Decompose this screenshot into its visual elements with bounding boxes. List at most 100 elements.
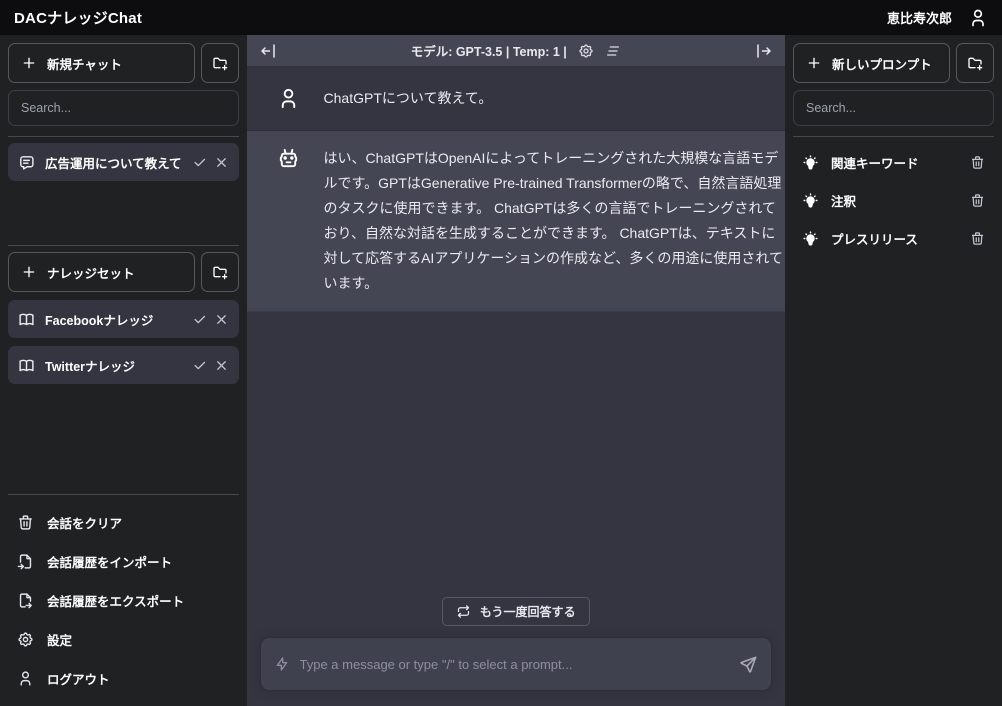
chat-list: 広告運用について教えて: [8, 143, 239, 235]
knowledge-item-twitter[interactable]: Twitterナレッジ: [8, 346, 239, 384]
trash-icon[interactable]: [970, 193, 985, 208]
new-prompt-row: 新しいプロンプト: [793, 43, 994, 83]
app-title: DACナレッジChat: [14, 7, 142, 28]
menu-item-clear-conversations[interactable]: 会話をクリア: [8, 503, 239, 542]
knowledge-item-label: Twitterナレッジ: [45, 356, 182, 375]
new-prompt-folder-button[interactable]: [956, 43, 994, 83]
arrow-bar-left-icon: [259, 42, 277, 60]
new-prompt-label: 新しいプロンプト: [832, 54, 932, 73]
menu-item-label: 会話をクリア: [47, 513, 122, 532]
gear-icon: [17, 631, 34, 648]
prompt-item-annotation[interactable]: 注釈: [793, 181, 994, 219]
menu-item-label: 設定: [47, 630, 72, 649]
user-message-row: ChatGPTについて教えて。: [247, 67, 785, 131]
user-icon: [17, 670, 34, 687]
plus-icon: [21, 264, 37, 280]
new-chat-folder-button[interactable]: [201, 43, 239, 83]
bulb-icon: [802, 192, 819, 209]
divider: [8, 245, 239, 246]
knowledge-item-label: Facebookナレッジ: [45, 310, 182, 329]
confirm-check-icon[interactable]: [192, 312, 207, 327]
chat-toolbar: モデル: GPT-3.5 | Temp: 1 |: [247, 35, 785, 67]
prompt-item-label: 注釈: [831, 191, 958, 210]
new-chat-label: 新規チャット: [47, 54, 122, 73]
user-icon[interactable]: [968, 8, 988, 28]
knowledge-section: ナレッジセット Facebookナレッジ Twitter: [8, 252, 239, 384]
cancel-x-icon[interactable]: [214, 312, 229, 327]
menu-item-export-history[interactable]: 会話履歴をエクスポート: [8, 581, 239, 620]
file-export-icon: [17, 592, 34, 609]
trash-icon: [17, 514, 34, 531]
knowledge-set-label: ナレッジセット: [47, 263, 135, 282]
message-input[interactable]: [300, 657, 729, 672]
new-chat-row: 新規チャット: [8, 43, 239, 83]
gear-icon[interactable]: [578, 43, 594, 59]
app-header: DACナレッジChat 恵比寿次郎: [0, 0, 1002, 35]
user-icon: [277, 87, 300, 110]
menu-item-logout[interactable]: ログアウト: [8, 659, 239, 698]
new-chat-button[interactable]: 新規チャット: [8, 43, 195, 83]
clear-all-icon[interactable]: [605, 43, 621, 59]
new-prompt-button[interactable]: 新しいプロンプト: [793, 43, 950, 83]
file-import-icon: [17, 553, 34, 570]
chat-item[interactable]: 広告運用について教えて: [8, 143, 239, 181]
right-sidebar: 新しいプロンプト 関連キーワード 注釈: [785, 35, 1002, 706]
user-message-text: ChatGPTについて教えて。: [324, 86, 785, 111]
model-info-text: モデル: GPT-3.5 | Temp: 1 |: [411, 41, 567, 60]
sidebar-footer-menu: 会話をクリア 会話履歴をインポート 会話履歴をエクスポート 設定 ログアウト: [8, 501, 239, 698]
menu-item-label: ログアウト: [47, 669, 110, 688]
menu-item-settings[interactable]: 設定: [8, 620, 239, 659]
left-sidebar: 新規チャット 広告運用について教えて: [0, 35, 247, 706]
app-window: DACナレッジChat 恵比寿次郎 新規チャット: [0, 0, 1002, 706]
confirm-check-icon[interactable]: [192, 358, 207, 373]
header-user-area: 恵比寿次郎: [887, 8, 988, 28]
chat-area: モデル: GPT-3.5 | Temp: 1 | ChatGPTについて教えて。…: [247, 35, 785, 706]
bolt-icon: [274, 656, 290, 672]
folder-plus-icon: [212, 263, 228, 281]
repeat-icon: [456, 604, 471, 619]
prompt-item-label: 関連キーワード: [831, 153, 958, 172]
prompt-list: 関連キーワード 注釈 プレスリリース: [793, 143, 994, 257]
confirm-check-icon[interactable]: [192, 155, 207, 170]
collapse-left-sidebar-button[interactable]: [255, 39, 281, 63]
prompt-item-related-keywords[interactable]: 関連キーワード: [793, 143, 994, 181]
knowledge-folder-button[interactable]: [201, 252, 239, 292]
chat-search-input[interactable]: [8, 90, 239, 126]
knowledge-set-button[interactable]: ナレッジセット: [8, 252, 195, 292]
menu-item-label: 会話履歴をインポート: [47, 552, 172, 571]
send-icon[interactable]: [739, 655, 758, 674]
cancel-x-icon[interactable]: [214, 155, 229, 170]
app-body: 新規チャット 広告運用について教えて: [0, 35, 1002, 706]
chat-item-label: 広告運用について教えて: [45, 153, 182, 172]
prompt-item-press-release[interactable]: プレスリリース: [793, 219, 994, 257]
assistant-message-text: はい、ChatGPTはOpenAIによってトレーニングされた大規模な言語モデルで…: [324, 146, 785, 296]
user-name: 恵比寿次郎: [887, 8, 952, 27]
chat-item-actions: [192, 155, 229, 170]
folder-plus-icon: [967, 54, 983, 72]
model-info-bar: モデル: GPT-3.5 | Temp: 1 |: [281, 41, 751, 60]
chat-input-area: もう一度回答する: [247, 312, 785, 706]
knowledge-item-actions: [192, 312, 229, 327]
regenerate-button[interactable]: もう一度回答する: [442, 597, 590, 626]
knowledge-item-facebook[interactable]: Facebookナレッジ: [8, 300, 239, 338]
regenerate-label: もう一度回答する: [480, 603, 576, 620]
trash-icon[interactable]: [970, 231, 985, 246]
plus-icon: [806, 55, 822, 71]
plus-icon: [21, 55, 37, 71]
collapse-right-sidebar-button[interactable]: [751, 39, 777, 63]
assistant-message-row: はい、ChatGPTはOpenAIによってトレーニングされた大規模な言語モデルで…: [247, 131, 785, 312]
menu-item-import-history[interactable]: 会話履歴をインポート: [8, 542, 239, 581]
arrow-bar-right-icon: [755, 42, 773, 60]
prompt-search-input[interactable]: [793, 90, 994, 126]
folder-plus-icon: [212, 54, 228, 72]
robot-icon: [277, 147, 300, 170]
divider: [793, 136, 994, 137]
message-input-box: [260, 637, 772, 691]
book-icon: [18, 357, 35, 374]
book-icon: [18, 311, 35, 328]
sidebar-spacer: [8, 384, 239, 484]
trash-icon[interactable]: [970, 155, 985, 170]
cancel-x-icon[interactable]: [214, 358, 229, 373]
prompt-item-label: プレスリリース: [831, 229, 958, 248]
bulb-icon: [802, 230, 819, 247]
